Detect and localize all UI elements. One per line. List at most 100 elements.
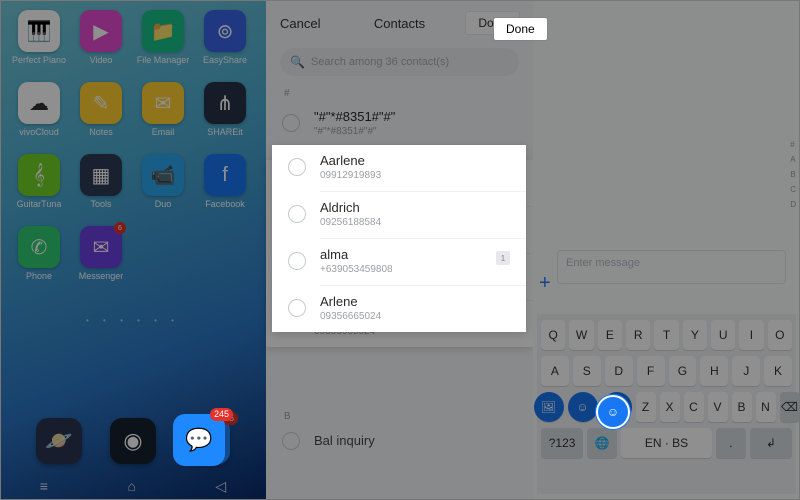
app-icon: ✎ [80,82,122,124]
contact-row[interactable]: "#"*#8351#"#" "#"*#8351#"#" [266,101,533,147]
radio-icon[interactable] [282,432,300,450]
contact-number: 09912919893 [320,170,381,181]
app-shareit[interactable]: ⋔SHAREit [196,82,254,154]
keyboard-enter-key[interactable]: ↲ [750,428,792,458]
radio-icon[interactable] [288,158,306,176]
app-icon: 📁 [142,10,184,52]
key-D[interactable]: D [605,356,633,386]
cancel-button[interactable]: Cancel [280,16,320,31]
app-icon: ✆ [18,226,60,268]
contact-name: Aldrich [320,200,381,215]
contact-row[interactable]: Bal inquiry [266,424,533,460]
keyboard-pic-key[interactable]: 🖼 [534,392,564,422]
app-label: vivoCloud [19,128,59,137]
contact-row[interactable]: Arlene09356665024 [272,286,526,332]
app-email[interactable]: ✉Email [134,82,192,154]
key-G[interactable]: G [669,356,697,386]
app-file-manager[interactable]: 📁 File Manager [134,10,192,82]
key-N[interactable]: N [756,392,776,422]
contact-name: Bal inquiry [314,433,375,448]
contact-row[interactable]: alma+6390534598081 [272,239,526,285]
contact-row[interactable]: Aarlene09912919893 [272,145,526,191]
key-J[interactable]: J [732,356,760,386]
dock-camera[interactable]: ◉ [110,418,156,464]
index-D[interactable]: D [790,200,796,209]
dock-messages-highlight[interactable]: 💬245 [173,414,225,466]
add-attachment-button[interactable]: + [539,272,551,295]
done-button-highlight[interactable]: Done [494,18,547,40]
contact-name: alma [320,247,393,262]
key-T[interactable]: T [654,320,678,350]
radio-icon[interactable] [288,205,306,223]
contact-number: 09356665024 [320,311,381,322]
app-video[interactable]: ▶Video [72,10,130,82]
app-guitartuna[interactable]: 𝄞GuitarTuna [10,154,68,226]
message-input[interactable]: Enter message [557,250,786,284]
nav-back-icon[interactable]: ◁ [215,478,226,495]
keyboard-sym-key[interactable]: ?123 [541,428,583,458]
key-U[interactable]: U [711,320,735,350]
key-X[interactable]: X [660,392,680,422]
app-icon: ⊚ [204,10,246,52]
key-V[interactable]: V [708,392,728,422]
alpha-index[interactable]: # ABCD [790,140,796,209]
key-C[interactable]: C [684,392,704,422]
contact-name: "#"*#8351#"#" [314,109,395,124]
app-vivocloud[interactable]: ☁vivoCloud [10,82,68,154]
radio-icon[interactable] [288,252,306,270]
dock-browser[interactable]: 🪐 [36,418,82,464]
key-S[interactable]: S [573,356,601,386]
radio-icon[interactable] [288,299,306,317]
keyboard-space-key[interactable]: EN · BS [621,428,711,458]
app-easyshare[interactable]: ⊚EasyShare [196,10,254,82]
key-A[interactable]: A [541,356,569,386]
keyboard-backspace-key[interactable]: ⌫ [780,392,800,422]
key-H[interactable]: H [700,356,728,386]
app-icon: ▶ [80,10,122,52]
key-I[interactable]: I [739,320,763,350]
app-perfect-piano[interactable]: 🎹Perfect Piano [10,10,68,82]
contact-number: "#"*#8351#"#" [314,126,395,137]
index-B[interactable]: B [790,170,796,179]
app-grid: 🎹Perfect Piano▶Video 📁 File Manager ⊚EasySh… [0,0,266,298]
app-messenger[interactable]: ✉6 Messenger [72,226,130,298]
keyboard-punct-key[interactable]: . [716,428,746,458]
search-input[interactable]: 🔍 Search among 36 contact(s) [280,48,519,76]
page-dots: • • • • • • [0,316,266,325]
keyboard-globe-key[interactable]: 🌐 [587,428,617,458]
contact-number: 09256188584 [320,217,381,228]
app-label: File Manager [137,56,190,65]
section-hash: # [266,84,533,101]
compose-area: + Enter message [557,250,786,284]
key-B[interactable]: B [732,392,752,422]
key-E[interactable]: E [598,320,622,350]
key-Y[interactable]: Y [683,320,707,350]
search-placeholder: Search among 36 contact(s) [311,56,449,68]
key-K[interactable]: K [764,356,792,386]
nav-recent-icon[interactable]: ≡ [40,478,48,494]
radio-icon[interactable] [282,114,300,132]
key-W[interactable]: W [569,320,593,350]
app-facebook[interactable]: fFacebook [196,154,254,226]
keyboard-emoji-key[interactable]: ☺ [568,392,598,422]
app-tools[interactable]: ▦Tools [72,154,130,226]
index-#[interactable]: # [790,140,796,149]
app-label: Messenger [79,272,124,281]
keyboard-emoji-key-highlight[interactable]: ☺ [598,397,628,427]
app-icon: ✉6 [80,226,122,268]
index-A[interactable]: A [790,155,796,164]
key-F[interactable]: F [637,356,665,386]
key-Z[interactable]: Z [636,392,656,422]
app-duo[interactable]: 📹Duo [134,154,192,226]
key-R[interactable]: R [626,320,650,350]
app-icon: ✉ [142,82,184,124]
index-C[interactable]: C [790,185,796,194]
key-Q[interactable]: Q [541,320,565,350]
keyboard: QWERTYUIO ASDFGHJK 🖼☺⚙ZXCVBN⌫ ?123🌐EN · … [537,314,796,494]
app-icon: ▦ [80,154,122,196]
contact-row[interactable]: Aldrich 09256188584 [272,192,526,238]
key-O[interactable]: O [768,320,792,350]
app-phone[interactable]: ✆Phone [10,226,68,298]
nav-home-icon[interactable]: ⌂ [127,478,135,494]
app-notes[interactable]: ✎Notes [72,82,130,154]
